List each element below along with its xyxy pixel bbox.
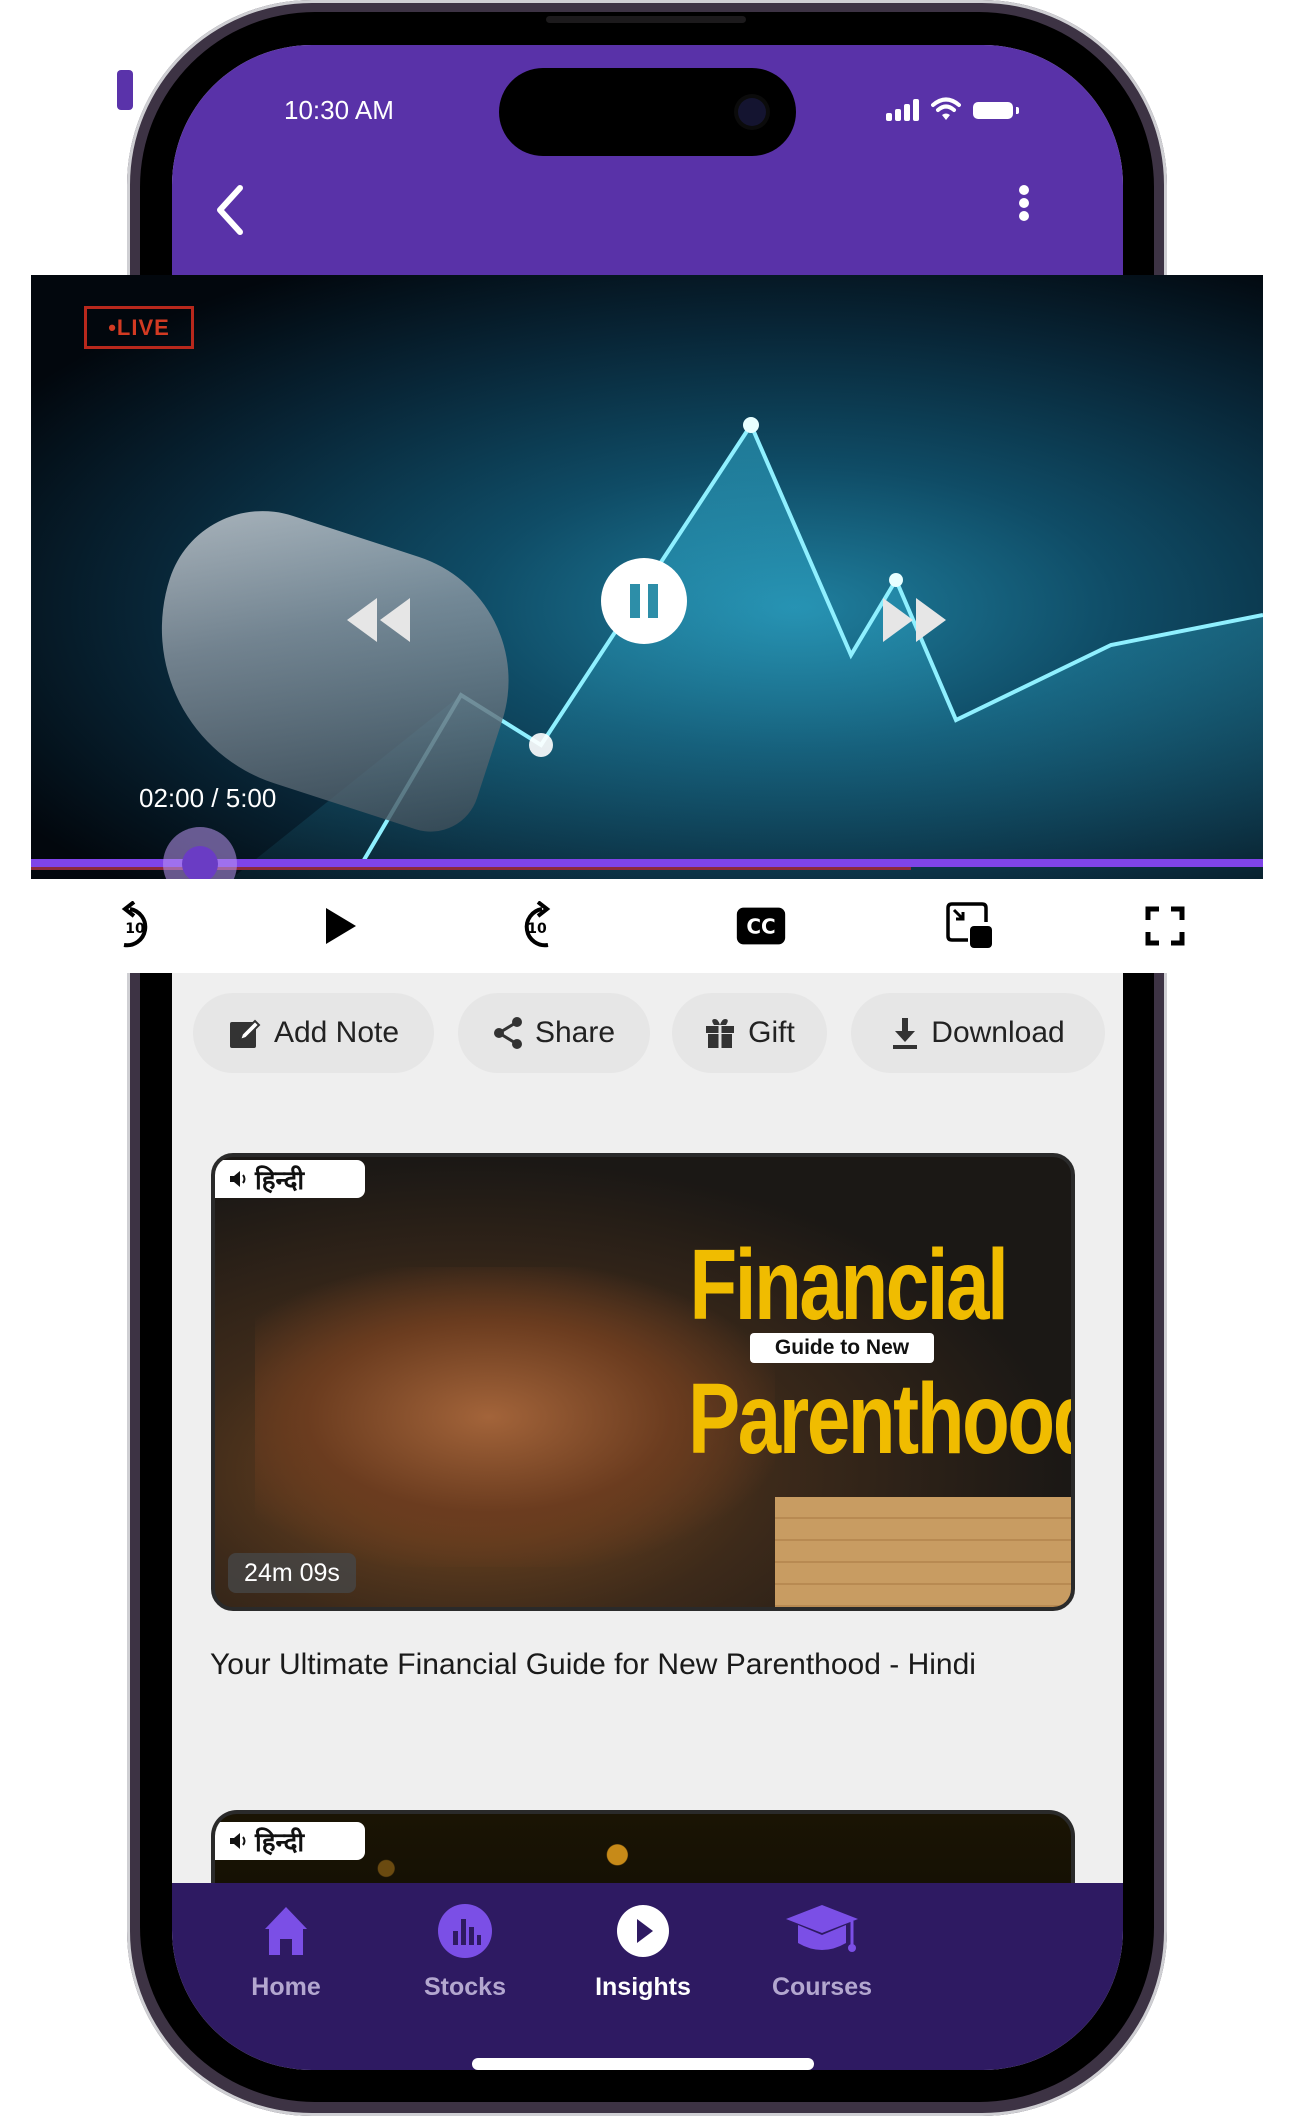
wifi-icon bbox=[931, 97, 961, 120]
pause-icon-bar bbox=[630, 584, 640, 618]
nav-item-stocks[interactable]: Stocks bbox=[385, 1903, 545, 2023]
gift-icon bbox=[706, 1019, 735, 1048]
video-card[interactable]: Financial Guide to New Parenthood हिन्दी… bbox=[211, 1153, 1075, 1611]
fast-forward-icon bbox=[883, 598, 946, 642]
time-readout: 02:00 / 5:00 bbox=[139, 783, 277, 813]
video-player[interactable]: •LIVE 02:00 / 5:00 bbox=[31, 275, 1263, 880]
share-icon bbox=[493, 1017, 522, 1049]
add-note-button[interactable]: Add Note bbox=[193, 993, 434, 1073]
add-note-label: Add Note bbox=[273, 1016, 400, 1049]
download-label: Download bbox=[931, 1016, 1065, 1049]
status-icons bbox=[886, 97, 1019, 121]
svg-text:CC: CC bbox=[746, 915, 775, 939]
thumbnail-title-line2: Parenthood bbox=[688, 1363, 1075, 1475]
speaker-icon bbox=[230, 1833, 246, 1849]
more-options-button[interactable] bbox=[1009, 175, 1039, 235]
rewind-button[interactable] bbox=[344, 595, 414, 645]
picture-in-picture-button[interactable] bbox=[945, 901, 995, 951]
home-indicator[interactable] bbox=[472, 2058, 814, 2070]
edit-note-icon bbox=[229, 1019, 261, 1048]
home-icon bbox=[265, 1907, 307, 1955]
video-actions: Add Note Share Gift Download bbox=[172, 993, 1123, 1073]
share-label: Share bbox=[534, 1016, 616, 1049]
battery-icon bbox=[973, 102, 1019, 119]
nav-item-courses[interactable]: Courses bbox=[742, 1903, 902, 2023]
duration-badge: 24m 09s bbox=[228, 1553, 356, 1593]
captions-button[interactable]: CC bbox=[736, 901, 786, 951]
replay-10-button[interactable]: 10 bbox=[111, 901, 161, 951]
share-button[interactable]: Share bbox=[458, 993, 650, 1073]
replay-10-icon: 10 bbox=[121, 901, 148, 948]
language-label: हिन्दी bbox=[255, 1165, 305, 1195]
signal-icon bbox=[886, 99, 919, 121]
live-badge: •LIVE bbox=[84, 306, 194, 349]
dynamic-island bbox=[499, 68, 796, 156]
camera-icon bbox=[738, 98, 766, 126]
play-circle-icon bbox=[617, 1905, 669, 1957]
phone-speaker bbox=[546, 16, 746, 23]
cc-icon: CC bbox=[736, 907, 786, 945]
scrubber-handle[interactable] bbox=[182, 846, 218, 882]
play-button[interactable] bbox=[315, 901, 365, 951]
gift-button[interactable]: Gift bbox=[672, 993, 827, 1073]
fullscreen-button[interactable] bbox=[1140, 901, 1190, 951]
nav-item-insights[interactable]: Insights bbox=[563, 1903, 723, 2023]
stocks-chart-icon bbox=[438, 1904, 492, 1958]
language-badge: हिन्दी bbox=[215, 1822, 365, 1860]
download-icon bbox=[893, 1018, 918, 1049]
nav-label: Stocks bbox=[424, 1973, 506, 2001]
language-label: हिन्दी bbox=[255, 1827, 305, 1857]
forward-10-icon: 10 bbox=[524, 901, 551, 948]
fast-forward-button[interactable] bbox=[879, 595, 949, 645]
nav-label: Home bbox=[251, 1973, 321, 2001]
back-button[interactable] bbox=[210, 180, 250, 240]
download-button[interactable]: Download bbox=[851, 993, 1105, 1073]
svg-text:10: 10 bbox=[125, 921, 145, 937]
language-badge: हिन्दी bbox=[215, 1160, 365, 1198]
status-time: 10:30 AM bbox=[284, 95, 394, 125]
phone-side-button bbox=[117, 70, 133, 110]
bottom-navigation: Home Stocks Insights Courses bbox=[172, 1883, 1123, 2070]
pause-icon-bar bbox=[648, 584, 658, 618]
video-title[interactable]: Your Ultimate Financial Guide for New Pa… bbox=[210, 1648, 976, 1682]
chevron-left-icon bbox=[217, 185, 243, 235]
nav-item-home[interactable]: Home bbox=[206, 1903, 366, 2023]
play-icon bbox=[326, 908, 356, 944]
rewind-icon bbox=[347, 598, 410, 642]
graduation-cap-icon bbox=[786, 1905, 858, 1952]
player-controls: 10 10 CC bbox=[31, 879, 1263, 973]
fullscreen-icon bbox=[1145, 906, 1185, 946]
svg-text:10: 10 bbox=[527, 921, 547, 937]
thumbnail-table-image bbox=[775, 1497, 1071, 1607]
forward-10-button[interactable]: 10 bbox=[511, 901, 561, 951]
nav-label: Insights bbox=[595, 1973, 691, 2001]
thumbnail-subtitle: Guide to New bbox=[750, 1333, 934, 1363]
pause-button[interactable] bbox=[601, 558, 687, 644]
gift-label: Gift bbox=[748, 1016, 795, 1049]
app-header: 10:30 AM bbox=[172, 45, 1123, 285]
picture-in-picture-icon bbox=[946, 902, 992, 948]
more-vertical-icon bbox=[1019, 185, 1029, 221]
nav-label: Courses bbox=[771, 1973, 873, 2001]
thumbnail-title-line1: Financial bbox=[689, 1229, 1008, 1341]
speaker-icon bbox=[230, 1171, 246, 1187]
